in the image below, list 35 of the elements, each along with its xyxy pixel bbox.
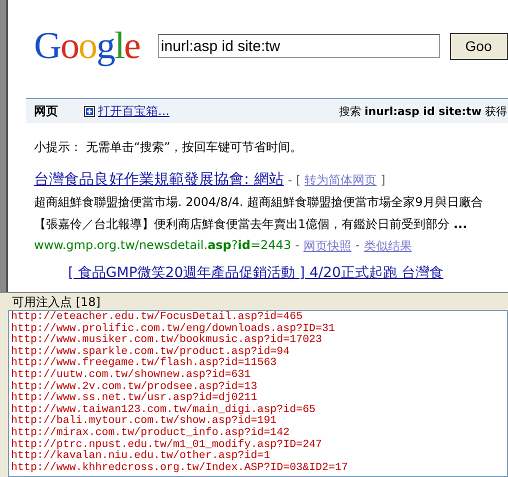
web-tab[interactable]: 网页 [34,102,58,120]
search-field[interactable]: inurl:asp id site:tw [158,34,440,58]
url-item[interactable]: http://www.freegame.tw/flash.asp?id=11563 [9,358,507,370]
plus-icon [84,106,95,116]
bracket-text: ] [380,173,386,187]
url-item[interactable]: http://www.prolific.com.tw/eng/downloads.asp?ID=31 [9,324,507,336]
url-item[interactable]: http://www.khhredcross.org.tw/Index.ASP?ID=03&ID2=17 [9,462,507,474]
url-item[interactable]: http://www.2v.com.tw/prodsee.asp?id=13 [9,382,507,394]
url-item[interactable]: http://www.taiwan123.com.tw/main_digi.asp?id=65 [9,404,507,416]
separator-text: - [295,238,300,254]
url-item[interactable]: http://www.ss.net.tw/usr.asp?id=dj0211 [9,393,507,405]
translate-link[interactable]: 转为简体网页 [304,172,377,189]
url-item[interactable]: http://uutw.com.tw/shownew.asp?id=631 [9,370,507,382]
toolbox-link[interactable]: 打开百宝箱... [98,102,170,120]
url-item[interactable]: http://www.musiker.com.tw/bookmusic.asp?id=17023 [9,335,507,347]
panel-title: 可用注入点 [18] [11,294,102,310]
url-item[interactable]: http://ptrc.npust.edu.tw/m1_01_modify.asp?ID=247 [9,440,507,452]
result-title-link[interactable]: 台灣食品良好作業規範發展協會: 網站 [34,170,284,189]
logo[interactable]: Google [34,26,140,66]
result-snippet: 超商組鮮食聯盟搶便當市場. 2004/8/4. 超商組鮮食聯盟搶便當市場全家9月與日廠合 [34,194,484,211]
search-button[interactable]: Goo [450,32,508,60]
url-item[interactable]: http://www.sparkle.com.tw/product.asp?id=94 [9,346,507,358]
separator-text: - [ [288,173,301,187]
url-item[interactable]: http://bali.mytour.com.tw/show.asp?id=191 [9,416,507,428]
result-snippet: 【張嘉伶／台北報導】便利商店鮮食便當去年賣出1億個，有鑑於日前受到部分 ... [34,216,468,233]
cache-link[interactable]: 网页快照 [303,238,352,255]
tip-text: 小提示： 无需单击“搜索”，按回车键可节省时间。 [34,139,304,156]
url-item[interactable]: http://mirax.com.tw/product_info.asp?id=142 [9,428,507,440]
separator-text: - [355,238,360,254]
url-item[interactable]: http://kavalan.niu.edu.tw/other.asp?id=1 [9,451,507,463]
url-item[interactable]: http://eteacher.edu.tw/FocusDetail.asp?id=465 [9,312,507,324]
result-url: www.gmp.org.tw/newsdetail.asp?id=2443 [34,238,292,254]
similar-link[interactable]: 类似结果 [364,238,412,255]
result-title-link[interactable]: [ 食品GMP微笑20週年產品促銷活動 ] 4/20正式起跑 台灣食 [68,265,444,281]
result-summary: 搜索 inurl:asp id site:tw 获得 [338,104,507,118]
